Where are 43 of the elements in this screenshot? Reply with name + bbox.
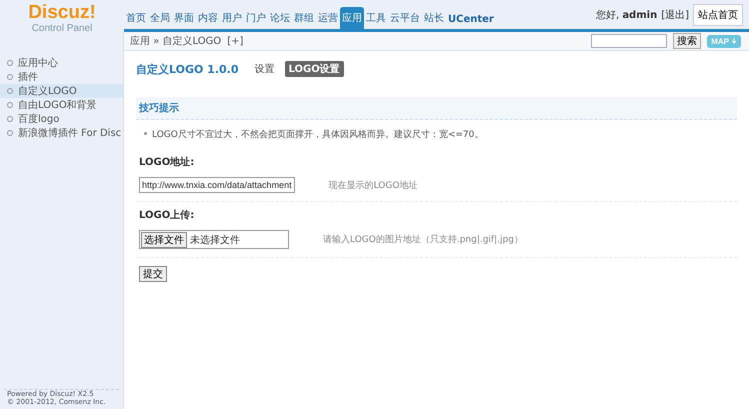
- nav-tab[interactable]: 运营: [316, 7, 340, 29]
- nav-tab[interactable]: 界面: [172, 7, 196, 29]
- nav-tab[interactable]: 工具: [364, 7, 388, 29]
- input-field[interactable]: http://www.tnxia.com/data/attachment: [139, 177, 295, 193]
- breadcrumb: 应用 » 自定义LOGO: [130, 34, 222, 48]
- search-field[interactable]: [591, 34, 668, 48]
- nav-tab[interactable]: 群组: [292, 7, 316, 29]
- submit-button[interactable]: 提交: [139, 266, 167, 282]
- sidebar-item[interactable]: 新浪微博插件 For Disc: [0, 126, 123, 140]
- nav-tab[interactable]: 云平台: [388, 7, 422, 29]
- tips-title: 技巧提示: [136, 97, 737, 120]
- nav-tab[interactable]: 门户: [244, 7, 268, 29]
- tip-text: LOGO尺寸不宜过大，不然会把页面撑开，具体因风格而异。建议尺寸：宽<=70。: [136, 120, 737, 149]
- sidebar-item[interactable]: 应用中心: [0, 56, 123, 70]
- nav-tab[interactable]: UCenter: [446, 10, 496, 29]
- file-status: 未选择文件: [190, 234, 240, 246]
- down-arrow-icon: [731, 38, 737, 44]
- field-label: LOGO地址:: [138, 156, 196, 170]
- nav-tab[interactable]: 站长: [422, 7, 446, 29]
- nav-tab[interactable]: 首页: [124, 7, 148, 29]
- sidebar-item[interactable]: 百度logo: [0, 112, 123, 126]
- add-link[interactable]: [+]: [227, 36, 244, 46]
- sub-tab[interactable]: 设置: [250, 61, 278, 77]
- field-hint: 请输入LOGO的图片地址（只支持.png|.gif|.jpg）: [323, 234, 523, 246]
- nav-tab[interactable]: 论坛: [268, 7, 292, 29]
- search-button[interactable]: 搜索: [673, 33, 702, 49]
- sidebar-item[interactable]: 插件: [0, 70, 123, 84]
- sub-tab[interactable]: LOGO设置: [284, 61, 344, 77]
- sidebar-item[interactable]: 自由LOGO和背景: [0, 98, 123, 112]
- home-button[interactable]: 站点首页: [693, 4, 743, 26]
- page-title: 自定义LOGO 1.0.0: [136, 62, 238, 76]
- bullet-icon: [144, 132, 147, 135]
- nav-tab[interactable]: 内容: [196, 7, 220, 29]
- logout-link[interactable]: [退出]: [661, 8, 689, 22]
- field-label: LOGO上传:: [138, 208, 196, 223]
- sidebar-item[interactable]: 自定义LOGO: [0, 84, 123, 98]
- nav-tab[interactable]: 全局: [148, 7, 172, 29]
- nav-tab[interactable]: 应用: [340, 7, 364, 29]
- field-hint: 现在显示的LOGO地址: [328, 180, 418, 192]
- nav-tab[interactable]: 用户: [220, 7, 244, 29]
- choose-file-button[interactable]: 选择文件: [141, 232, 187, 248]
- greeting: 您好, admin: [596, 8, 658, 22]
- file-field[interactable]: 选择文件 未选择文件: [139, 230, 289, 249]
